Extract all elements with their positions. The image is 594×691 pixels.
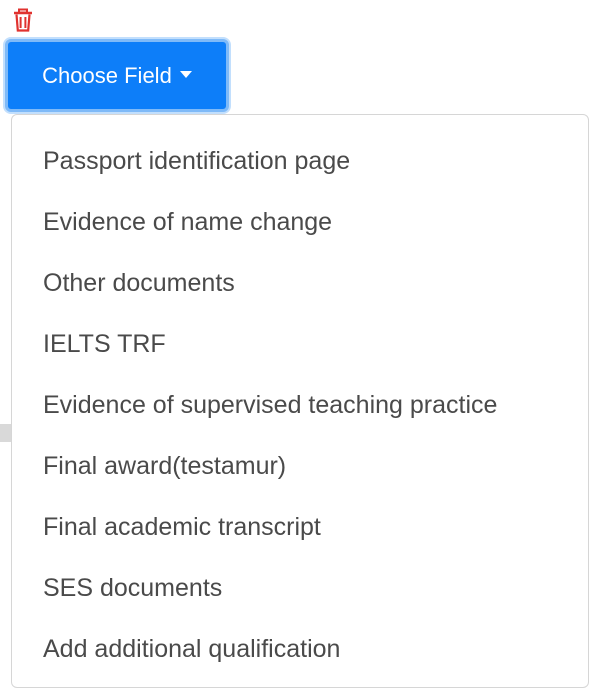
menu-item-ses-documents[interactable]: SES documents: [12, 558, 588, 619]
menu-item-other-documents[interactable]: Other documents: [12, 253, 588, 314]
menu-item-ielts-trf[interactable]: IELTS TRF: [12, 314, 588, 375]
field-dropdown-menu: Passport identification page Evidence of…: [11, 114, 589, 688]
trash-icon[interactable]: [13, 8, 33, 32]
choose-field-button[interactable]: Choose Field: [5, 39, 229, 112]
page: Choose Field Passport identification pag…: [0, 0, 594, 691]
menu-item-final-academic-transcript[interactable]: Final academic transcript: [12, 497, 588, 558]
menu-item-evidence-of-supervised-teaching-practice[interactable]: Evidence of supervised teaching practice: [12, 375, 588, 436]
menu-item-passport-identification-page[interactable]: Passport identification page: [12, 131, 588, 192]
caret-down-icon: [179, 71, 192, 78]
menu-item-add-additional-qualification[interactable]: Add additional qualification: [12, 619, 588, 680]
menu-item-evidence-of-name-change[interactable]: Evidence of name change: [12, 192, 588, 253]
choose-field-label: Choose Field: [42, 62, 172, 88]
menu-item-final-award[interactable]: Final award(testamur): [12, 436, 588, 497]
